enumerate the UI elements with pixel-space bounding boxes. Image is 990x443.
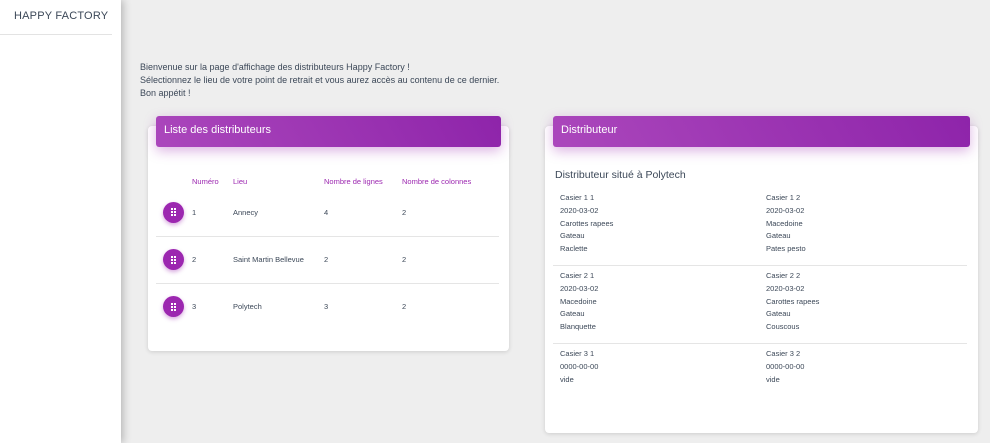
casier-name: Casier 1 2 [766,193,801,202]
casier-item: Casier 3 1 0000-00-00 vide [553,344,759,422]
grip-icon [171,255,176,264]
casier-item: Casier 2 2 2020-03-02 Carottes rapees Ga… [759,266,965,343]
casier-entry: Couscous [766,322,800,332]
casier-name: Casier 3 2 [766,349,801,358]
casier-date: 2020-03-02 [560,283,599,293]
welcome-message: Bienvenue sur la page d'affichage des di… [140,61,499,100]
casier-entry: Macedoine [766,218,803,228]
cell-lieu: Saint Martin Bellevue [233,236,324,284]
casier-entry: Pates pesto [766,244,806,254]
sidebar: HAPPY FACTORY [0,0,121,443]
casier-entry: Carottes rapees [560,218,614,228]
welcome-line-3: Bon appétit ! [140,88,191,98]
casier-date: 2020-03-02 [766,205,805,215]
distributor-location-subtitle: Distributeur situé à Polytech [555,169,686,181]
casier-date: 2020-03-02 [560,205,599,215]
select-distributor-button[interactable] [163,249,184,270]
distributor-table: Numéro Lieu Nombre de lignes Nombre de c… [156,173,499,330]
cell-lignes: 2 [324,236,402,284]
table-row[interactable]: 3 Polytech 3 2 [156,283,499,330]
casier-row: Casier 2 1 2020-03-02 Macedoine Gateau B… [553,266,967,344]
brand-logo[interactable]: HAPPY FACTORY [0,0,112,35]
casier-entry: Gateau [766,309,791,319]
cell-lignes: 3 [324,302,329,312]
welcome-line-1: Bienvenue sur la page d'affichage des di… [140,62,410,72]
cell-lieu: Annecy [233,189,324,237]
grip-icon [171,208,176,217]
distributor-detail-title: Distributeur [553,116,970,147]
cell-colonnes: 2 [402,189,499,237]
casier-date: 0000-00-00 [560,361,599,371]
casier-entry: vide [560,374,574,384]
casier-row: Casier 3 1 0000-00-00 vide Casier 3 2 00… [553,344,967,422]
casier-date: 0000-00-00 [766,361,805,371]
casier-name: Casier 2 1 [560,271,595,280]
table-row[interactable]: 1 Annecy 4 2 [156,189,499,237]
casier-name: Casier 1 1 [560,193,595,202]
select-distributor-button[interactable] [163,201,184,223]
grip-icon [171,302,176,311]
casier-item: Casier 3 2 0000-00-00 vide [759,344,965,422]
casier-item: Casier 2 1 2020-03-02 Macedoine Gateau B… [553,266,759,343]
casier-item: Casier 1 1 2020-03-02 Carottes rapees Ga… [553,188,759,265]
casier-entry: Gateau [766,231,791,241]
casier-item: Casier 1 2 2020-03-02 Macedoine Gateau P… [759,188,965,265]
distributor-detail-card: Distributeur Distributeur situé à Polyte… [545,116,978,433]
distributor-list-card: Liste des distributeurs Numéro Lieu Nomb… [148,116,509,351]
casier-entry: Blanquette [560,322,596,332]
cell-colonnes: 2 [402,236,499,284]
cell-numero: 2 [192,236,233,284]
casier-row: Casier 1 1 2020-03-02 Carottes rapees Ga… [553,188,967,266]
cell-lieu: Polytech [233,302,262,312]
col-numero: Numéro [192,176,219,186]
select-distributor-button[interactable] [163,296,184,318]
welcome-line-2: Sélectionnez le lieu de votre point de r… [140,75,500,85]
cell-lignes: 4 [324,189,402,237]
casier-grid: Casier 1 1 2020-03-02 Carottes rapees Ga… [553,188,967,422]
casier-entry: vide [766,374,780,384]
cell-numero: 1 [192,189,233,237]
casier-name: Casier 3 1 [560,349,595,358]
casier-entry: Carottes rapees [766,296,820,306]
table-row[interactable]: 2 Saint Martin Bellevue 2 2 [156,236,499,284]
col-lieu: Lieu [233,176,248,186]
casier-name: Casier 2 2 [766,271,801,280]
casier-date: 2020-03-02 [766,283,805,293]
casier-entry: Raclette [560,244,588,254]
casier-entry: Gateau [560,309,585,319]
col-lignes: Nombre de lignes [324,176,383,186]
casier-entry: Gateau [560,231,585,241]
casier-entry: Macedoine [560,296,597,306]
cell-colonnes: 2 [402,302,407,312]
col-colonnes: Nombre de colonnes [402,176,472,186]
distributor-list-title: Liste des distributeurs [156,116,501,147]
cell-numero: 3 [192,302,197,312]
